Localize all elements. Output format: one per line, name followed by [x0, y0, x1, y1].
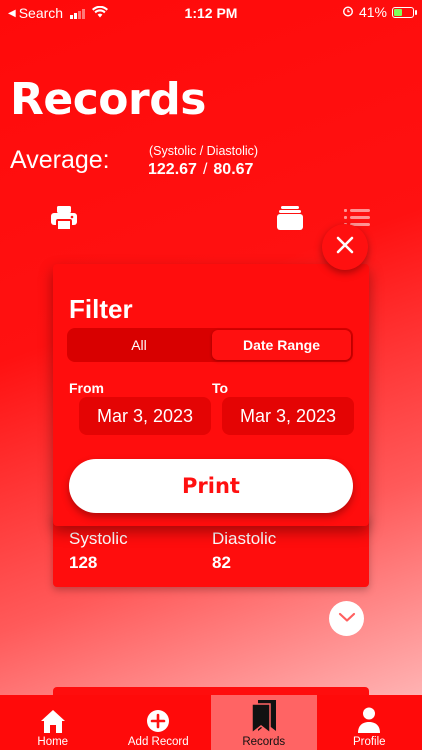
- tab-records[interactable]: Records: [211, 695, 317, 750]
- segment-all[interactable]: All: [69, 330, 209, 360]
- systolic-label: Systolic: [69, 529, 128, 548]
- systolic-value: 128: [69, 553, 98, 572]
- segment-date-range[interactable]: Date Range: [212, 330, 351, 360]
- person-icon: [356, 698, 382, 734]
- diastolic-label: Diastolic: [212, 529, 277, 548]
- from-label: From: [69, 380, 104, 396]
- systolic-average: 122.67: [148, 161, 197, 178]
- from-date-picker[interactable]: Mar 3, 2023: [79, 397, 211, 435]
- tab-home[interactable]: Home: [0, 695, 106, 750]
- average-subtitle: (Systolic / Diastolic): [149, 144, 259, 158]
- tab-bar: Home Add Record Records Profile: [0, 695, 422, 750]
- tab-records-label: Records: [242, 736, 286, 748]
- tab-profile[interactable]: Profile: [317, 695, 422, 750]
- average-label: Average:: [10, 146, 110, 174]
- home-icon: [39, 698, 67, 734]
- diastolic-average: 80.67: [213, 161, 254, 178]
- alarm-icon: [342, 4, 354, 20]
- tab-home-label: Home: [37, 736, 69, 748]
- cards-stack-icon[interactable]: [276, 205, 304, 236]
- average-values: 122.67 / 80.67: [148, 161, 253, 179]
- printer-icon[interactable]: [50, 205, 78, 236]
- expand-button[interactable]: [329, 601, 364, 636]
- tab-add-record[interactable]: Add Record: [106, 695, 212, 750]
- status-bar: ◀ Search 1:12 PM 41%: [0, 0, 422, 26]
- add-circle-icon: [145, 698, 171, 734]
- battery-percent: 41%: [358, 4, 387, 20]
- tab-profile-label: Profile: [352, 736, 386, 748]
- tab-add-record-label: Add Record: [127, 736, 189, 748]
- to-date-picker[interactable]: Mar 3, 2023: [222, 397, 354, 435]
- filter-panel: Filter All Date Range From To Mar 3, 202…: [53, 264, 369, 526]
- bookmarks-icon: [249, 698, 279, 734]
- filter-title: Filter: [69, 294, 133, 324]
- average-separator: /: [202, 161, 208, 178]
- battery-icon: [392, 6, 417, 18]
- filter-segmented-control: All Date Range: [67, 328, 353, 362]
- close-icon: [336, 236, 354, 259]
- chevron-down-icon: [338, 610, 356, 628]
- to-label: To: [212, 380, 229, 396]
- diastolic-value: 82: [212, 553, 231, 572]
- close-filter-button[interactable]: [322, 224, 368, 270]
- print-button[interactable]: Print: [69, 459, 353, 513]
- page-title: Records: [10, 74, 206, 125]
